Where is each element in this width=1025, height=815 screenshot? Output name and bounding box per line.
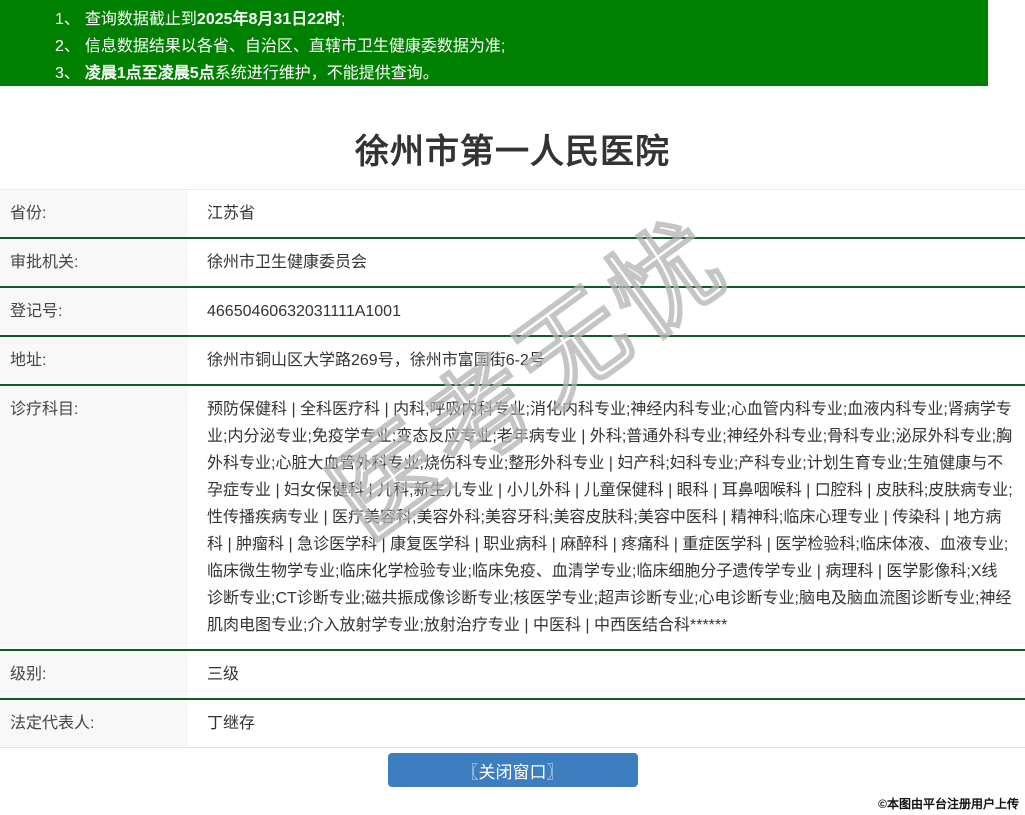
field-value: 预防保健科 | 全科医疗科 | 内科;呼吸内科专业;消化内科专业;神经内科专业;… — [207, 401, 1013, 634]
notice-number: 1、 — [55, 11, 80, 28]
notice-item: 3、 凌晨1点至凌晨5点系统进行维护，不能提供查询。 — [55, 60, 988, 87]
field-label: 级别: — [0, 651, 188, 698]
notice-list: 1、 查询数据截止到2025年8月31日22时; 2、 信息数据结果以各省、自治区、… — [55, 6, 988, 87]
hospital-title: 徐州市第一人民医院 — [355, 133, 670, 171]
info-row-medical-subjects: 诊疗科目: 预防保健科 | 全科医疗科 | 内科;呼吸内科专业;消化内科专业;神… — [0, 386, 1025, 651]
field-label: 地址: — [0, 337, 188, 384]
info-row-address: 地址: 徐州市铜山区大学路269号，徐州市富国街6-2号 — [0, 337, 1025, 386]
field-label: 诊疗科目: — [0, 386, 188, 649]
notice-number: 2、 — [55, 38, 80, 55]
notice-item: 2、 信息数据结果以各省、自治区、直辖市卫生健康委数据为准; — [55, 33, 988, 60]
field-label: 审批机关: — [0, 239, 188, 286]
notice-text-bold: 凌晨1点至凌晨5点 — [84, 65, 215, 82]
field-value: 丁继存 — [207, 715, 256, 732]
notice-banner: 1、 查询数据截止到2025年8月31日22时; 2、 信息数据结果以各省、自治区、… — [0, 0, 988, 86]
info-row-registration-number: 登记号: 46650460632031111A1001 — [0, 288, 1025, 337]
notice-number: 3、 — [55, 65, 80, 82]
close-window-button[interactable]: 〖关闭窗口〗 — [387, 753, 638, 787]
notice-text-bold: 2025年8月31日22时 — [196, 11, 342, 28]
notice-text: ; — [341, 11, 346, 28]
info-row-legal-representative: 法定代表人: 丁继存 — [0, 700, 1025, 747]
field-value: 徐州市铜山区大学路269号，徐州市富国街6-2号 — [207, 352, 545, 369]
notice-text: 信息数据结果以各省、自治区、直辖市卫生健康委数据为准; — [84, 38, 506, 55]
notice-text: 系统进行维护，不能提供查询。 — [214, 65, 439, 82]
image-credit: ©本图由平台注册用户上传 — [878, 797, 1019, 811]
info-row-level: 级别: 三级 — [0, 651, 1025, 700]
hospital-info-table: 省份: 江苏省 审批机关: 徐州市卫生健康委员会 登记号: 4665046063… — [0, 189, 1025, 748]
notice-item: 1、 查询数据截止到2025年8月31日22时; — [55, 6, 988, 33]
field-label: 省份: — [0, 190, 188, 237]
info-row-province: 省份: 江苏省 — [0, 190, 1025, 239]
info-row-approval-authority: 审批机关: 徐州市卫生健康委员会 — [0, 239, 1025, 288]
field-value: 徐州市卫生健康委员会 — [207, 254, 368, 271]
field-value: 46650460632031111A1001 — [207, 303, 401, 320]
field-label: 登记号: — [0, 288, 188, 335]
notice-text: 查询数据截止到 — [84, 11, 197, 28]
button-bar: 〖关闭窗口〗 — [0, 753, 1025, 787]
field-value: 江苏省 — [207, 205, 256, 222]
field-label: 法定代表人: — [0, 700, 188, 747]
field-value: 三级 — [207, 666, 240, 683]
